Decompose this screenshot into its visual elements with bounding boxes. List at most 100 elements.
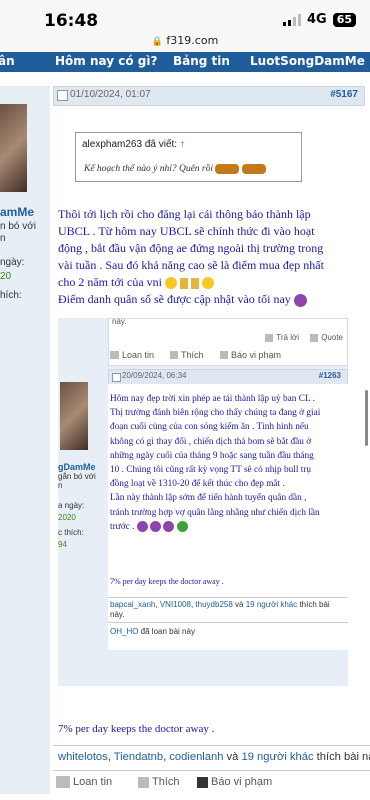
liker-link[interactable]: bapcai_xanh <box>110 600 155 609</box>
loan-tin-button[interactable]: Loan tin <box>110 350 154 360</box>
liker-link[interactable]: codienlanh <box>169 751 223 763</box>
like-label: Thích <box>152 776 180 788</box>
post-body-line-devil: Điểm danh quân số sẽ được cập nhật vào t… <box>58 291 368 308</box>
post-number[interactable]: #5167 <box>330 89 358 100</box>
post-icon <box>112 373 121 382</box>
liker-link[interactable]: whitelotos <box>58 751 108 763</box>
nav-item-profile[interactable]: LuotSongDamMe <box>250 54 365 68</box>
post-author-column <box>0 86 50 794</box>
reply-button[interactable]: Trả lời <box>265 333 299 342</box>
status-bar: 16:48 4G 65 <box>0 0 370 34</box>
embedded-title-line: gắn bó với <box>58 472 96 481</box>
embedded-title-line: n <box>58 481 63 490</box>
post-body-line: động , bắt đầu vận động ae đứng ngoài th… <box>58 241 324 255</box>
quote-author: alexpham263 đã viết: ↑ <box>82 139 185 150</box>
post-signature: 7% per day keeps the doctor away . <box>58 723 215 735</box>
embedded-avatar[interactable] <box>60 382 88 450</box>
loan-tin-button[interactable]: Loan tin <box>56 776 112 788</box>
network-type: 4G <box>306 12 327 27</box>
loaned-user-link[interactable]: OH_HO <box>110 627 138 636</box>
post-header: 01/10/2024, 01:07 #5167 <box>53 86 365 106</box>
clock: 16:48 <box>44 11 99 31</box>
post-body: Thôi tới lịch rồi cho đăng lại cái thông… <box>58 206 368 308</box>
quote-box: alexpham263 đã viết: ↑ Kế hoạch thế nào … <box>75 132 302 182</box>
like-icon <box>138 776 149 788</box>
embedded-body-line: Hôm nay đẹp trời xin phép ae tái thành l… <box>110 394 315 404</box>
embedded-username[interactable]: gDamMe <box>58 462 96 472</box>
liker-link[interactable]: thuydb258 <box>195 600 232 609</box>
reply-icon <box>265 333 274 342</box>
nav-item-news[interactable]: Bảng tin <box>173 54 230 68</box>
author-title-line: n bó với <box>0 221 37 232</box>
embedded-post-header: 20/09/2024, 06:34 #1263 <box>108 369 348 385</box>
embedded-body-line: 10 . Chúng tôi cũng rất kỳ vọng TT sẽ có… <box>110 465 312 476</box>
embedded-loaned: OH_HO đã loan bài này <box>110 627 195 636</box>
nav-item-today[interactable]: Hôm nay có gì? <box>55 54 157 68</box>
quote-label: Quote <box>321 333 343 342</box>
nav-item-0[interactable]: ân <box>0 54 15 68</box>
green-smiley-icon <box>176 521 188 533</box>
liker-suffix: thích bài <box>297 600 330 609</box>
embedded-author-title: gắn bó với n <box>58 472 96 490</box>
embedded-body-line: Lần này thành lập sớm để tiến hành tuyển… <box>110 493 307 504</box>
devil-smiley-icon <box>163 521 175 533</box>
divider <box>108 597 348 598</box>
embedded-post-number[interactable]: #1263 <box>319 371 341 380</box>
smiley-drinking-icon <box>215 164 240 174</box>
beer-icon <box>180 277 188 289</box>
smiley-drinking-icon <box>241 164 266 174</box>
quote-jump-icon[interactable]: ↑ <box>180 139 185 150</box>
quote-button[interactable]: Quote <box>310 333 343 342</box>
avatar[interactable] <box>0 104 27 192</box>
embedded-body-line: Thị trường đánh biên rộng cho thấy chúng… <box>110 408 321 419</box>
beer-icon <box>191 277 199 289</box>
embedded-body-line: những ngày cuối của tháng 9 hoặc sang tu… <box>110 450 314 461</box>
divider <box>53 745 370 746</box>
report-label: Báo vi phạm <box>211 776 273 788</box>
like-button[interactable]: Thích <box>138 776 180 788</box>
post-body-line: vài tuần . Sau đó khả năng cao sẽ là điể… <box>58 258 324 272</box>
liker-more-link[interactable]: 19 người khác <box>242 751 314 763</box>
embedded-cut-text: này. <box>112 317 127 326</box>
embedded-action-row: Loan tin Thích Báo vi phạm <box>108 346 348 364</box>
like-label: Thích <box>181 350 204 360</box>
address-bar[interactable]: 🔒 f319.com <box>0 34 370 52</box>
report-label: Báo vi phạm <box>231 350 282 360</box>
liker-link[interactable]: VNI1008 <box>160 600 191 609</box>
speaker-icon <box>110 351 119 359</box>
speaker-icon <box>56 776 70 788</box>
join-date-label: ngày: <box>0 257 25 268</box>
embedded-likers: bapcai_xanh, VNI1008, thuydb258 và 19 ng… <box>110 600 346 620</box>
report-button[interactable]: Báo vi phạm <box>197 776 272 788</box>
post-icon <box>57 90 68 101</box>
scrollbar-thumb[interactable] <box>365 390 368 446</box>
post-body-line-smileys: cho 2 năm tới của vni <box>58 274 368 291</box>
divider <box>108 622 348 623</box>
devil-smiley-icon <box>150 521 162 533</box>
embedded-post-body: Hôm nay đẹp trời xin phép ae tái thành l… <box>110 392 348 534</box>
like-button[interactable]: Thích <box>170 350 204 360</box>
quote-text: Kế hoạch thế nào ý nhỉ? Quên rồi <box>84 164 266 174</box>
status-icons: 4G 65 <box>282 12 356 27</box>
post-body-line: Điểm danh quân số sẽ được cập nhật vào t… <box>58 292 291 306</box>
embedded-likes-label: c thích: <box>58 528 84 537</box>
quote-text-content: Kế hoạch thế nào ý nhỉ? Quên rồi <box>84 164 214 175</box>
report-button[interactable]: Báo vi phạm <box>220 350 281 360</box>
warning-icon <box>220 351 228 359</box>
author-title-line: n <box>0 233 6 244</box>
warning-icon <box>197 776 208 788</box>
battery-icon: 65 <box>332 12 356 27</box>
divider <box>53 770 370 771</box>
embedded-body-line: trước . <box>110 521 135 532</box>
devil-smiley-icon <box>293 293 307 307</box>
author-username[interactable]: amMe <box>0 205 34 219</box>
liker-link[interactable]: Tiendatnb <box>114 751 163 763</box>
embedded-body-line: tránh trường hợp vợ quân lằng nhằng như … <box>110 507 320 518</box>
embedded-body-line: đồng loạt về 1310-20 để kết thúc cho đẹp… <box>110 479 285 490</box>
likes-label: hích: <box>0 290 22 301</box>
liker-more-link[interactable]: 19 người khác <box>246 600 298 609</box>
post-body-line: UBCL . Từ hôm nay UBCL sẽ chính thức đi … <box>58 224 315 238</box>
loaned-text: đã loan bài này <box>138 627 195 636</box>
devil-smiley-icon <box>136 521 148 533</box>
embedded-join-label: a ngày: <box>58 501 85 510</box>
